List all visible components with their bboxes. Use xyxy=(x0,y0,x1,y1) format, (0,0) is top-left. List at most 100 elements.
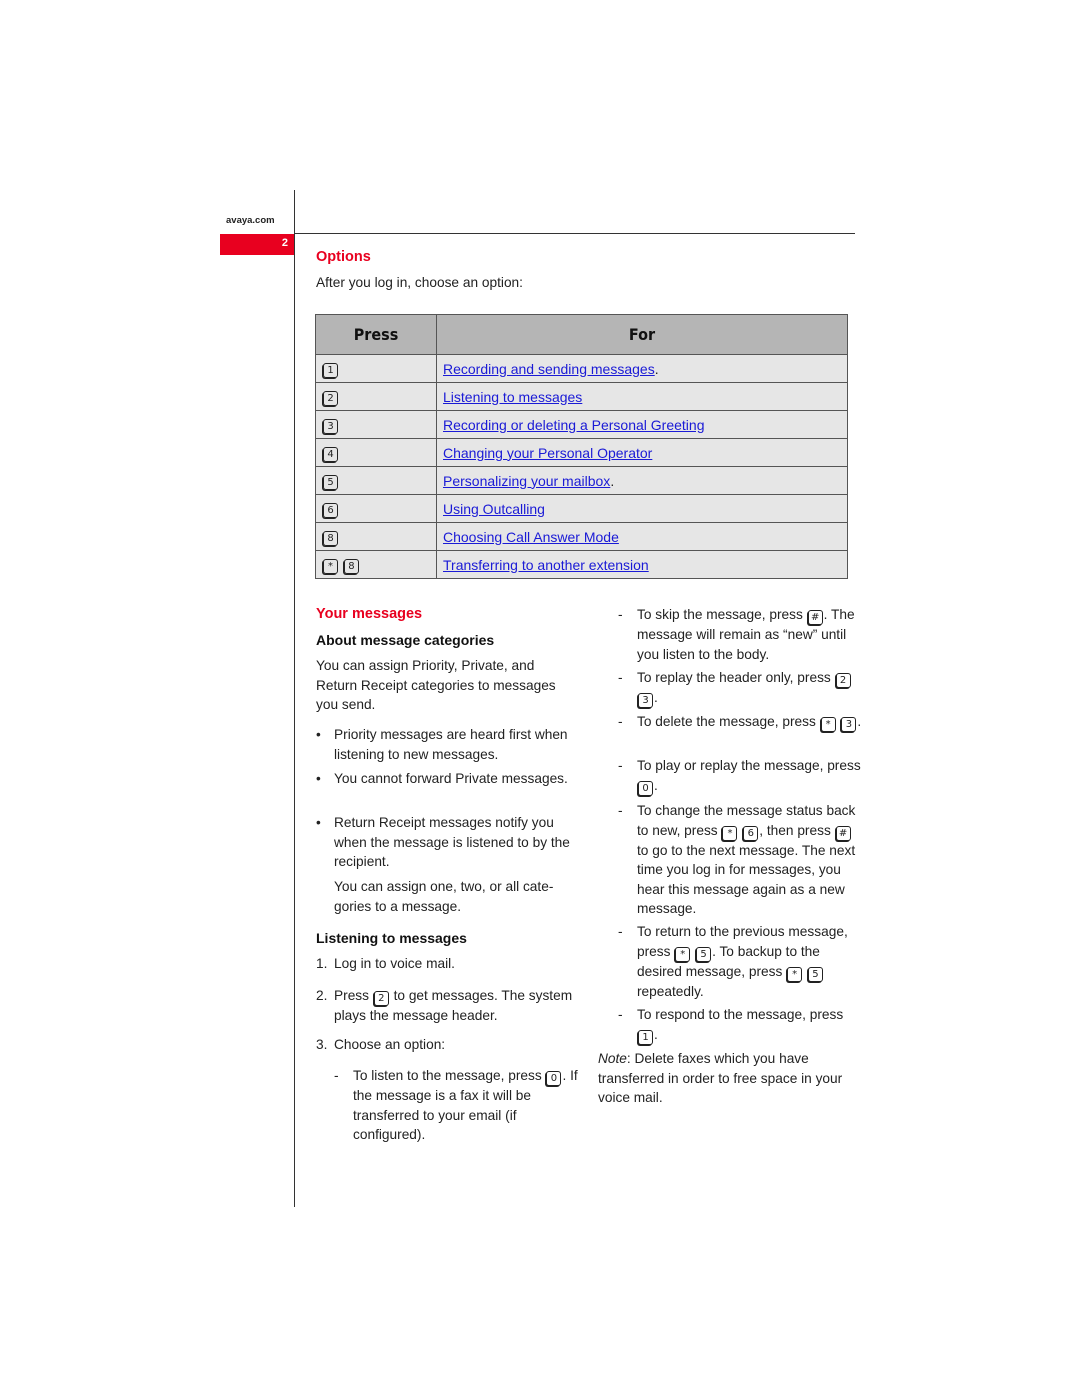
dash-marker: - xyxy=(618,607,623,622)
pound-key-icon: # xyxy=(835,825,851,841)
option-link[interactable]: Recording and sending messages xyxy=(443,361,655,377)
header-rule xyxy=(294,233,855,234)
table-row: 1 Recording and sending messages. xyxy=(315,354,848,383)
option-item: - To play or replay the message, press 0. xyxy=(618,758,861,796)
for-cell: Listening to messages xyxy=(436,382,848,411)
for-cell: Choosing Call Answer Mode xyxy=(436,522,848,551)
option-item: - To delete the message, press * 3. xyxy=(618,714,862,732)
dash-marker: - xyxy=(618,1007,623,1022)
site-label: avaya.com xyxy=(226,215,275,226)
star-key-icon: * xyxy=(820,717,836,732)
option-link[interactable]: Transferring to another extension xyxy=(443,557,649,573)
digit-4-key-icon: 4 xyxy=(323,447,338,462)
digit-0-key-icon: 0 xyxy=(638,780,653,796)
option-item: - To return to the previous message, pres… xyxy=(618,924,848,999)
digit-5-key-icon: 5 xyxy=(323,475,338,490)
bullet-item: • Return Receipt messages notify you whe… xyxy=(316,815,570,869)
option-item: - To change the message status back to ne… xyxy=(618,803,856,916)
for-cell: Changing your Personal Operator xyxy=(436,438,848,467)
dash-marker: - xyxy=(618,758,623,773)
table-row: * 8 Transferring to another extension xyxy=(315,550,848,579)
for-cell: Recording or deleting a Personal Greetin… xyxy=(436,410,848,439)
star-key-icon: * xyxy=(675,946,691,962)
press-cell: 5 xyxy=(315,466,437,495)
table-row: 2 Listening to messages xyxy=(315,382,848,411)
categories-intro: You can assign Priority, Private, and Re… xyxy=(316,658,556,712)
digit-8-key-icon: 8 xyxy=(323,531,338,546)
note-text: : Delete faxes which you have transferre… xyxy=(598,1051,843,1105)
page-number: 2 xyxy=(281,237,288,249)
bullet-icon: • xyxy=(316,815,321,830)
options-table: Press For 1 Recording and sending message… xyxy=(315,314,848,579)
digit-6-key-icon: 6 xyxy=(743,825,759,841)
option-item: - To skip the message, press #. The messa… xyxy=(618,607,855,662)
star-key-icon: * xyxy=(323,559,338,574)
digit-3-key-icon: 3 xyxy=(638,693,653,708)
bullet-icon: • xyxy=(316,727,321,742)
step-item: 1. Log in to voice mail. xyxy=(316,956,455,971)
digit-5-key-icon: 5 xyxy=(807,966,823,982)
margin-rule-vertical xyxy=(294,190,295,1207)
dash-marker: - xyxy=(618,714,623,729)
for-cell: Recording and sending messages. xyxy=(436,354,848,383)
categories-note: You can assign one, two, or all cate-gor… xyxy=(334,879,554,914)
option-link[interactable]: Using Outcalling xyxy=(443,501,545,517)
press-cell: 6 xyxy=(315,494,437,523)
table-row: 8 Choosing Call Answer Mode xyxy=(315,522,848,551)
digit-1-key-icon: 1 xyxy=(638,1029,653,1045)
press-cell: 3 xyxy=(315,410,437,439)
digit-0-key-icon: 0 xyxy=(546,1071,562,1086)
option-item: - To replay the header only, press 2 3. xyxy=(618,668,863,708)
option-link[interactable]: Changing your Personal Operator xyxy=(443,445,652,461)
press-cell: * 8 xyxy=(315,550,437,579)
press-cell: 1 xyxy=(315,354,437,383)
option-item: - To respond to the message, press 1. xyxy=(618,1007,844,1045)
table-row: 4 Changing your Personal Operator xyxy=(315,438,848,467)
your-messages-heading: Your messages xyxy=(316,606,423,622)
bullet-item: • Priority messages are heard first when… xyxy=(316,727,568,762)
step-item: 3. Choose an option: xyxy=(316,1037,446,1052)
for-cell: Personalizing your mailbox. xyxy=(436,466,848,495)
star-key-icon: * xyxy=(787,966,803,982)
press-cell: 4 xyxy=(315,438,437,467)
option-link[interactable]: Personalizing your mailbox xyxy=(443,473,610,489)
digit-2-key-icon: 2 xyxy=(373,991,389,1006)
listening-heading: Listening to messages xyxy=(316,930,467,946)
star-key-icon: * xyxy=(722,825,738,841)
option-link[interactable]: Choosing Call Answer Mode xyxy=(443,529,619,545)
digit-5-key-icon: 5 xyxy=(696,946,712,962)
options-heading: Options xyxy=(316,249,371,265)
dash-marker: - xyxy=(334,1068,339,1083)
column-header-press: Press xyxy=(315,314,437,355)
table-row: 3 Recording or deleting a Personal Greeti… xyxy=(315,410,848,439)
option-item: - To listen to the message, press 0. If t… xyxy=(334,1068,578,1142)
press-cell: 2 xyxy=(315,382,437,411)
press-cell: 8 xyxy=(315,522,437,551)
pound-key-icon: # xyxy=(807,610,823,625)
page-number-tab: 2 xyxy=(220,234,294,255)
step-item: 2. Press 2 to get messages. The system p… xyxy=(316,988,573,1023)
dash-marker: - xyxy=(618,924,623,939)
option-link[interactable]: Listening to messages xyxy=(443,389,582,405)
for-cell: Transferring to another extension xyxy=(436,550,848,579)
digit-8-key-icon: 8 xyxy=(343,559,359,574)
digit-3-key-icon: 3 xyxy=(841,717,857,732)
bullet-item: • You cannot forward Private messages. xyxy=(316,769,578,789)
digit-6-key-icon: 6 xyxy=(323,503,338,518)
table-row: 5 Personalizing your mailbox. xyxy=(315,466,848,495)
for-cell: Using Outcalling xyxy=(436,494,848,523)
dash-marker: - xyxy=(618,670,623,685)
dash-marker: - xyxy=(618,803,623,818)
bullet-icon: • xyxy=(316,771,321,786)
options-intro: After you log in, choose an option: xyxy=(316,275,523,290)
digit-3-key-icon: 3 xyxy=(323,419,338,434)
table-row: 6 Using Outcalling xyxy=(315,494,848,523)
categories-heading: About message categories xyxy=(316,632,495,648)
fax-note: Note: Delete faxes which you have transf… xyxy=(598,1049,860,1108)
digit-2-key-icon: 2 xyxy=(323,391,338,406)
option-link[interactable]: Recording or deleting a Personal Greetin… xyxy=(443,417,705,433)
column-header-for: For xyxy=(436,314,848,355)
digit-2-key-icon: 2 xyxy=(835,673,851,688)
note-label: Note xyxy=(598,1051,627,1066)
digit-1-key-icon: 1 xyxy=(323,363,338,378)
